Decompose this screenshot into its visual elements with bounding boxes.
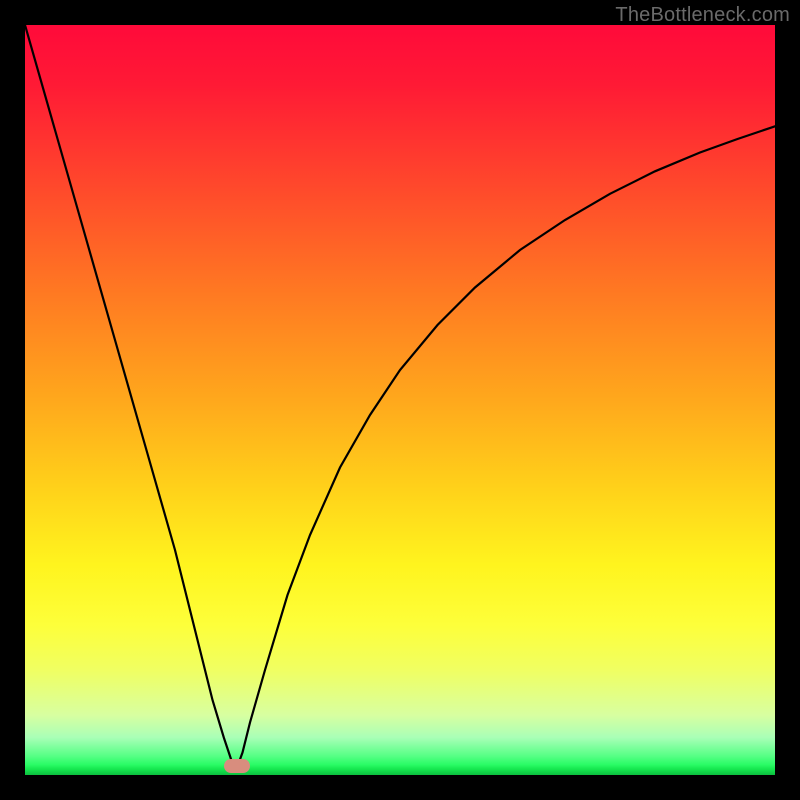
- curve-path: [25, 25, 775, 769]
- minimum-marker: [224, 759, 250, 773]
- bottleneck-curve: [25, 25, 775, 775]
- plot-area: [25, 25, 775, 775]
- chart-frame: TheBottleneck.com: [0, 0, 800, 800]
- watermark-text: TheBottleneck.com: [615, 4, 790, 27]
